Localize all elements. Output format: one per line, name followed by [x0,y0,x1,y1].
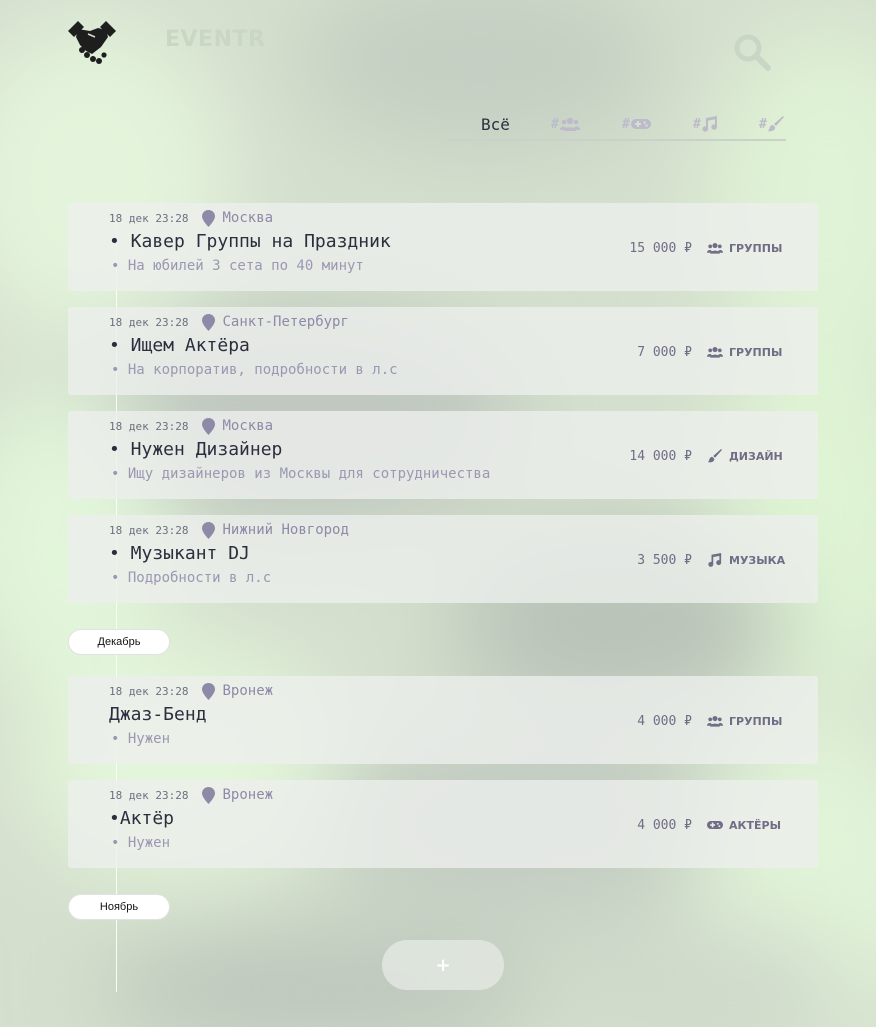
gamepad-icon [630,119,651,129]
month-divider-november[interactable]: Ноябрь [68,894,170,920]
event-date: 18 дек 23:28 [109,523,189,537]
event-city: Вронеж [222,787,274,803]
event-meta: 18 дек 23:28 Санкт-Петербург [109,313,349,331]
location-pin-icon [202,313,216,331]
event-category[interactable]: АКТЁРЫ [707,817,781,833]
event-title[interactable]: • Ищем Актёра [109,335,250,356]
event-category-label: ДИЗАЙН [729,449,783,463]
event-category-label: ГРУППЫ [729,714,783,728]
paintbrush-icon [708,449,722,463]
location-pin-icon [202,521,216,539]
event-meta: 18 дек 23:28 Нижний Новгород [109,521,349,539]
event-card[interactable]: 18 дек 23:28 Москва • Кавер Группы на Пр… [68,203,818,291]
page: EVENTR Всё # # # # 18 дек 23:28 Москва •… [0,0,876,1027]
event-city: Вронеж [222,683,274,699]
event-date: 18 дек 23:28 [109,419,189,433]
tab-hash: # [622,116,630,132]
tab-actors[interactable]: # [622,112,651,136]
event-title[interactable]: • Кавер Группы на Праздник [109,231,391,252]
event-date: 18 дек 23:28 [109,315,189,329]
tab-hash: # [693,116,701,132]
location-pin-icon [202,209,216,227]
event-category[interactable]: ГРУППЫ [707,713,782,729]
event-card[interactable]: 18 дек 23:28 Санкт-Петербург • Ищем Актё… [68,307,818,395]
tab-music[interactable]: # [693,112,718,136]
music-icon [702,116,717,132]
music-icon [708,553,722,567]
brand-name[interactable]: EVENTR [165,27,265,52]
event-city: Нижний Новгород [222,522,349,538]
event-city: Москва [222,418,274,434]
users-icon [707,347,723,358]
event-price: 4 000 ₽ [637,818,692,833]
location-pin-icon [202,682,216,700]
event-date: 18 дек 23:28 [109,684,189,698]
event-description: • Нужен [111,731,171,747]
tab-hash: # [759,116,767,132]
event-category-label: ГРУППЫ [729,345,783,359]
event-description: • На корпоратив, подробности в л.с [111,362,398,378]
event-date: 18 дек 23:28 [109,211,189,225]
event-title[interactable]: • Музыкант DJ [109,543,250,564]
tab-hash: # [551,116,559,132]
event-description: • Подробности в л.с [111,570,272,586]
category-tabs: Всё # # # # [448,108,786,141]
gamepad-icon [707,821,723,829]
add-event-button[interactable]: + [382,940,504,990]
users-icon [707,716,723,727]
location-pin-icon [202,417,216,435]
event-price: 15 000 ₽ [629,241,692,256]
event-meta: 18 дек 23:28 Вронеж [109,786,273,804]
event-card[interactable]: 18 дек 23:28 Москва • Нужен Дизайнер • И… [68,411,818,499]
event-title[interactable]: Джаз-Бенд [109,704,207,725]
event-meta: 18 дек 23:28 Москва [109,209,273,227]
event-category[interactable]: ДИЗАЙН [707,448,783,464]
event-card[interactable]: 18 дек 23:28 Нижний Новгород • Музыкант … [68,515,818,603]
event-card[interactable]: 18 дек 23:28 Вронеж •Актёр • Нужен 4 000… [68,780,818,868]
event-price: 4 000 ₽ [637,714,692,729]
month-divider-december[interactable]: Декабрь [68,629,170,655]
event-title[interactable]: • Нужен Дизайнер [109,439,282,460]
event-category[interactable]: МУЗЫКА [707,552,785,568]
tab-groups[interactable]: # [551,112,580,136]
event-title[interactable]: •Актёр [109,808,174,829]
event-description: • На юбилей 3 сета по 40 минут [111,258,364,274]
event-price: 7 000 ₽ [637,345,692,360]
event-description: • Нужен [111,835,171,851]
event-category[interactable]: ГРУППЫ [707,344,782,360]
event-category-label: МУЗЫКА [729,553,786,567]
users-icon [707,243,723,254]
event-city: Санкт-Петербург [222,314,349,330]
event-city: Москва [222,210,274,226]
event-category-label: АКТЁРЫ [729,818,781,832]
event-meta: 18 дек 23:28 Москва [109,417,273,435]
paintbrush-icon [767,116,784,132]
event-category-label: ГРУППЫ [729,241,783,255]
event-price: 3 500 ₽ [637,553,692,568]
event-card[interactable]: 18 дек 23:28 Вронеж Джаз-Бенд • Нужен 4 … [68,676,818,764]
tab-design[interactable]: # [759,112,784,136]
event-meta: 18 дек 23:28 Вронеж [109,682,273,700]
search-icon[interactable] [733,33,771,71]
handshake-icon[interactable] [68,17,116,67]
event-category[interactable]: ГРУППЫ [707,240,782,256]
event-price: 14 000 ₽ [629,449,692,464]
tab-all[interactable]: Всё [481,112,510,136]
users-icon [559,117,580,131]
location-pin-icon [202,786,216,804]
event-description: • Ищу дизайнеров из Москвы для сотруднич… [111,466,491,482]
event-date: 18 дек 23:28 [109,788,189,802]
